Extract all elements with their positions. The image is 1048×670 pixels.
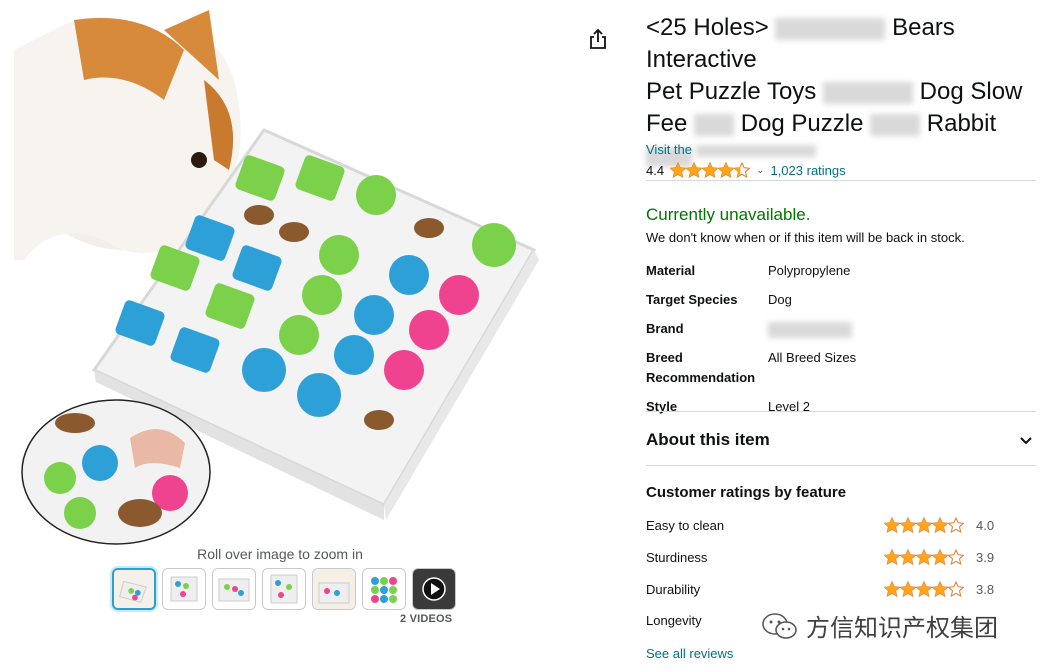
star-icon (947, 549, 964, 565)
star-icon (947, 581, 964, 597)
spec-label: Style (646, 399, 678, 414)
feature-score: 3.9 (976, 549, 995, 565)
visit-store-link[interactable]: Visit the (646, 142, 816, 157)
about-this-item-heading[interactable]: About this item (646, 430, 770, 450)
star-icon (931, 549, 949, 565)
ratings-count-link[interactable]: 1,023 ratings (770, 163, 845, 178)
title-line-2b: Dog Slow (919, 78, 1023, 105)
see-all-reviews-link[interactable]: See all reviews (646, 646, 733, 661)
star-icon (670, 162, 687, 178)
spec-value (768, 319, 1036, 339)
star-icon (947, 517, 964, 533)
thumbnail-video[interactable] (412, 568, 456, 610)
spec-label: Material (646, 263, 696, 278)
title-line-3b: Dog Puzzle (740, 110, 864, 137)
spec-row-breed: Breed Recommendation All Breed Sizes (646, 348, 1036, 388)
feature-score: 3.8 (976, 581, 995, 597)
thumbnail-2[interactable] (162, 568, 206, 610)
star-icon (899, 581, 917, 597)
star-icon (685, 162, 703, 178)
title-line-3c: Rabbit (926, 110, 997, 137)
thumbnail-5[interactable] (312, 568, 356, 610)
divider (646, 180, 1036, 181)
feature-name: Durability (646, 581, 701, 597)
chevron-down-icon[interactable] (1018, 433, 1034, 449)
divider (646, 465, 1036, 466)
star-icon (884, 517, 901, 533)
feature-row-easy-to-clean: Easy to clean 4.0 (646, 517, 1036, 533)
star-icon (931, 517, 949, 533)
thumbnail-strip (112, 568, 456, 610)
star-icon (915, 517, 933, 533)
rating-stars-icon[interactable] (670, 162, 751, 178)
star-icon (899, 549, 917, 565)
spec-value: Level 2 (768, 399, 810, 414)
star-icon (884, 581, 901, 597)
feature-stars-icon (884, 549, 964, 565)
spec-label: Brand (646, 321, 684, 336)
redacted-brand (775, 17, 886, 40)
feature-name: Sturdiness (646, 549, 708, 565)
redacted-store-name (695, 144, 816, 157)
thumbnail-3[interactable] (212, 568, 256, 610)
redacted-text (694, 113, 735, 136)
redacted-brand (768, 321, 852, 338)
title-line-3: Fee (646, 110, 688, 137)
divider (646, 411, 1036, 412)
thumbnail-1[interactable] (112, 568, 156, 610)
product-inset-image (21, 399, 211, 545)
availability-note: We don't know when or if this item will … (646, 230, 965, 245)
watermark-text: 方信知识产权集团 (806, 615, 998, 642)
spec-label: Target Species (646, 292, 738, 307)
star-icon (884, 549, 901, 565)
title-line-2: Pet Puzzle Toys (646, 78, 817, 105)
chevron-down-icon[interactable]: ⌄ (756, 165, 764, 176)
star-icon (701, 162, 719, 178)
feature-row-durability: Durability 3.8 (646, 581, 1036, 597)
redacted-text (870, 113, 921, 136)
zoom-hint: Roll over image to zoom in (197, 546, 363, 562)
star-icon (899, 517, 917, 533)
spec-row-material: Material Polypropylene (646, 261, 1036, 281)
star-icon (915, 549, 933, 565)
feature-name: Easy to clean (646, 517, 725, 533)
visit-store-label: Visit the (646, 142, 693, 157)
star-icon (717, 162, 735, 178)
star-icon (915, 581, 933, 597)
feature-ratings-heading: Customer ratings by feature (646, 484, 847, 501)
feature-score: 4.0 (976, 517, 995, 533)
share-icon[interactable] (588, 28, 608, 50)
spec-value: All Breed Sizes (768, 350, 857, 365)
thumbnail-6[interactable] (362, 568, 406, 610)
redacted-text (822, 81, 913, 104)
spec-value: Polypropylene (768, 263, 851, 278)
feature-stars-icon (884, 517, 964, 533)
rating-value: 4.4 (646, 162, 665, 178)
spec-label: Breed Recommendation (646, 350, 756, 385)
star-icon (733, 162, 751, 178)
spec-row-target-species: Target Species Dog (646, 290, 1036, 310)
spec-row-style: Style Level 2 (646, 397, 1036, 417)
thumbnail-4[interactable] (262, 568, 306, 610)
spec-value: Dog (768, 292, 792, 307)
spec-row-brand: Brand (646, 319, 1036, 339)
feature-stars-icon (884, 581, 964, 597)
product-specs: Material Polypropylene Target Species Do… (646, 261, 1036, 426)
wechat-icon (762, 612, 797, 639)
title-line-1: <25 Holes> (646, 14, 769, 41)
rating-row: 4.4 ⌄ 1,023 ratings (646, 162, 846, 178)
availability-status: Currently unavailable. (646, 205, 811, 224)
star-icon (931, 581, 949, 597)
feature-row-sturdiness: Sturdiness 3.9 (646, 549, 1036, 565)
watermark: 方信知识产权集团 (760, 608, 998, 643)
videos-count-label: 2 VIDEOS (400, 613, 453, 625)
